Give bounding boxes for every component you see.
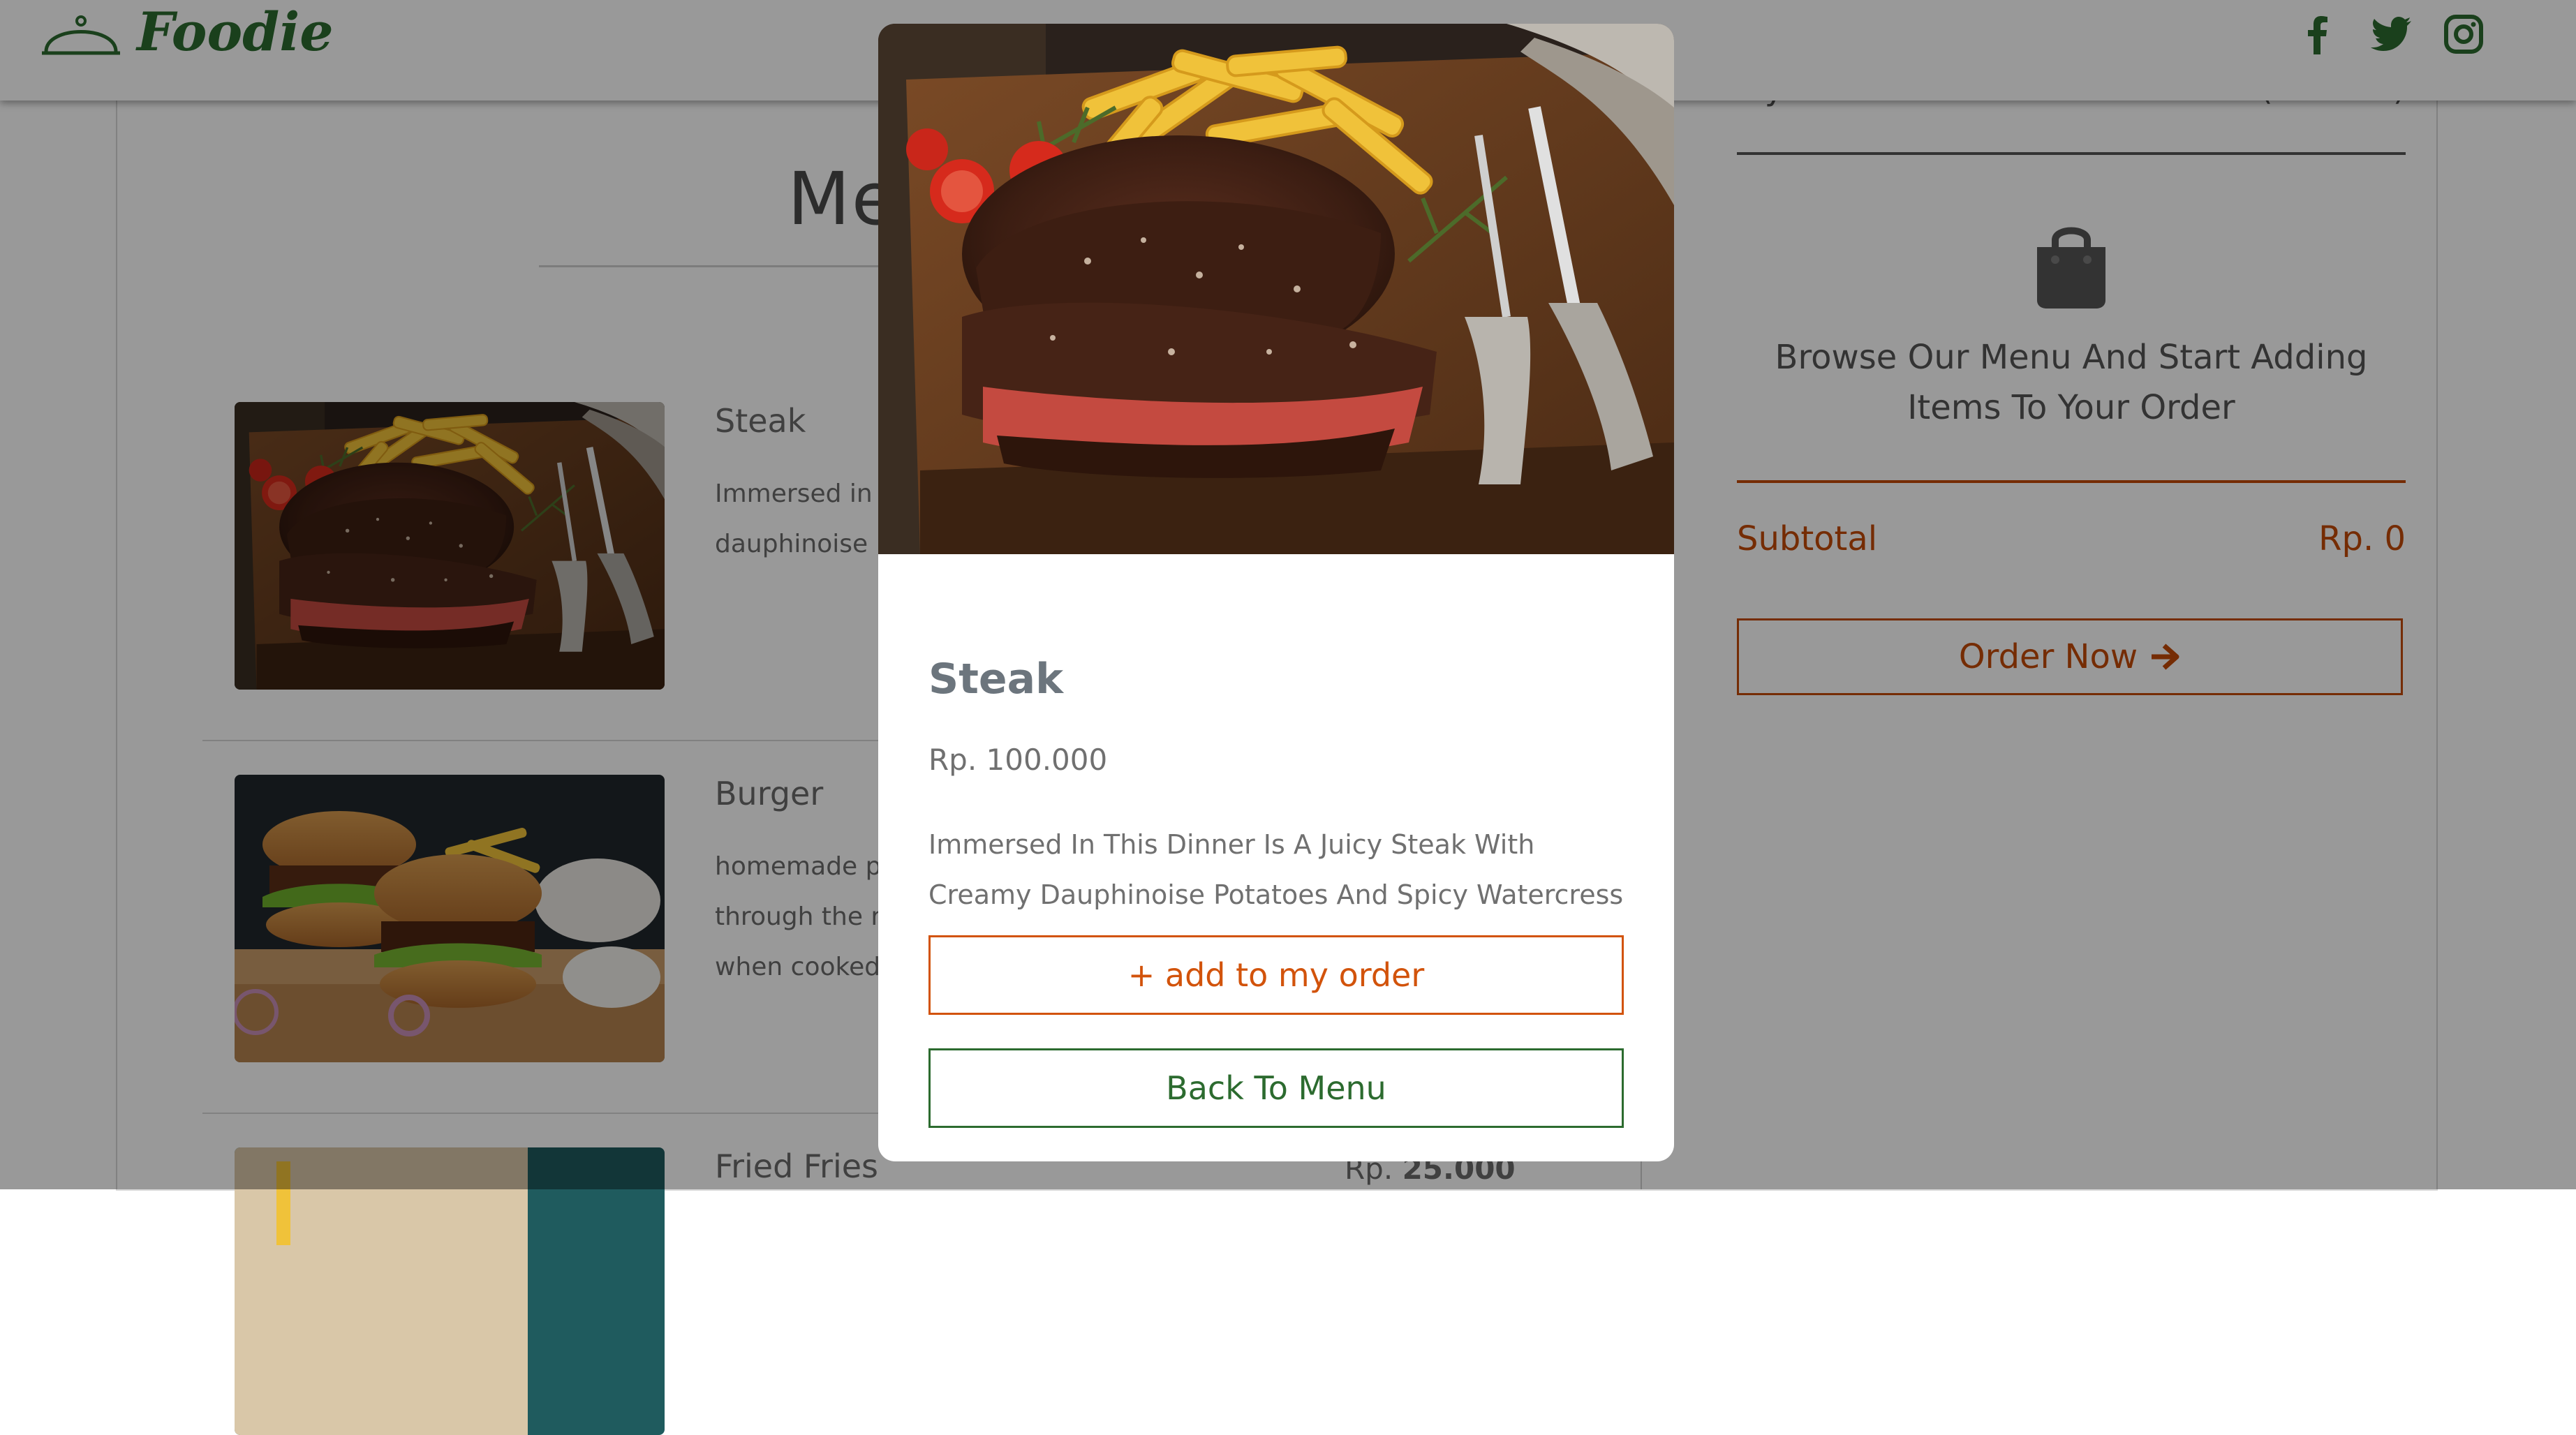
add-to-order-button[interactable]: + add to my order — [928, 935, 1624, 1015]
modal-item-price: Rp. 100.000 — [928, 743, 1108, 777]
item-detail-modal: Steak Rp. 100.000 Immersed In This Dinne… — [878, 24, 1674, 1161]
fries-photo[interactable] — [235, 1147, 665, 1435]
back-to-menu-button[interactable]: Back To Menu — [928, 1048, 1624, 1128]
steak-photo — [878, 24, 1674, 554]
modal-item-title: Steak — [928, 655, 1063, 704]
modal-item-description: Immersed In This Dinner Is A Juicy Steak… — [928, 829, 1624, 910]
